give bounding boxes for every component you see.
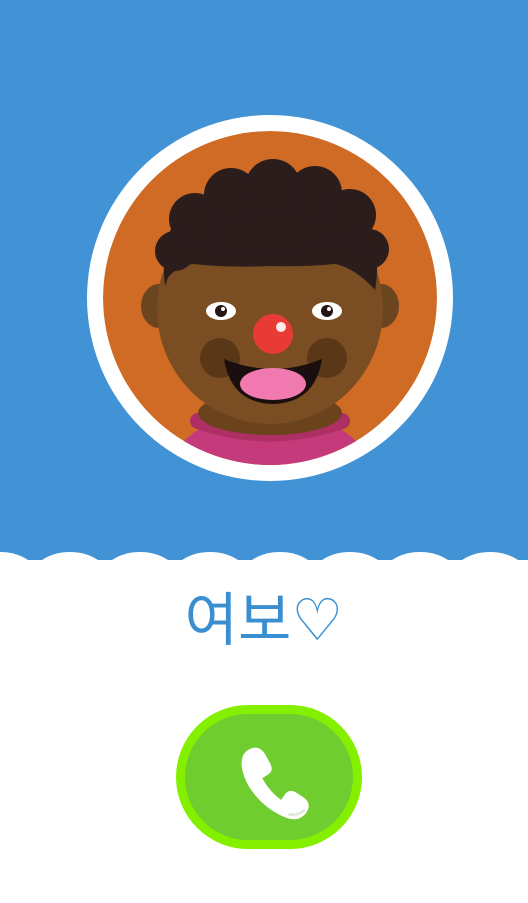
cartoon-child-avatar xyxy=(103,131,437,465)
contact-name: 여보♡ xyxy=(184,586,344,654)
phone-handset-icon xyxy=(241,747,309,820)
scalloped-divider xyxy=(0,540,528,580)
call-button[interactable] xyxy=(176,705,362,849)
